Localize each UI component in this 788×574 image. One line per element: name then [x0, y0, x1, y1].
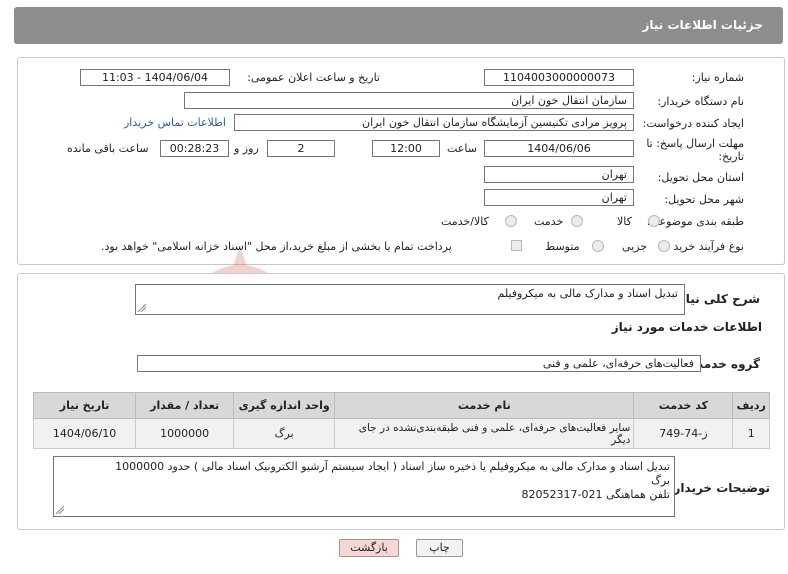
col-date: تاریخ نیاز [32, 392, 137, 419]
announce-date-field: 1404/06/04 - 11:03 [80, 69, 230, 86]
days-label: روز و [234, 142, 259, 155]
process-label: نوع فرآیند خرید : [666, 240, 744, 253]
category-service-label: خدمت [534, 215, 564, 228]
category-goods-radio[interactable] [648, 215, 660, 227]
category-service-radio[interactable] [571, 215, 583, 227]
buyer-notes-textarea: تبدیل اسناد و مدارک مالی به میکروفیلم یا… [53, 456, 675, 517]
process-minor-label: جزیی [622, 240, 648, 253]
remaining-label: ساعت باقی مانده [67, 142, 149, 155]
buyer-notes-line3: تلفن هماهنگی 021-82052317 [521, 488, 671, 501]
buyer-org-label: نام دستگاه خریدار: [657, 95, 744, 108]
deadline-time-field: 12:00 [372, 140, 440, 157]
col-name: نام خدمت [334, 392, 635, 419]
cell-date: 1404/06/10 [32, 418, 137, 449]
category-goods-service-label: کالا/خدمت [441, 215, 489, 228]
back-button[interactable]: بازگشت [339, 539, 399, 557]
treasury-payment-note: پرداخت تمام یا بخشی از مبلغ خرید،از محل … [101, 240, 452, 253]
page-header: جزئیات اطلاعات نیاز [14, 7, 783, 44]
deadline-time-label: ساعت [447, 142, 477, 155]
col-code: کد خدمت [633, 392, 734, 419]
category-goods-service-radio[interactable] [505, 215, 517, 227]
category-label: طبقه بندی موضوعی: [646, 215, 744, 228]
process-minor-radio[interactable] [658, 240, 670, 252]
treasury-payment-checkbox[interactable] [511, 240, 522, 251]
process-medium-radio[interactable] [592, 240, 604, 252]
city-field: تهران [484, 189, 634, 206]
service-group-field: فعالیت‌های حرفه‌ای، علمی و فنی [137, 355, 701, 372]
city-label: شهر محل تحویل: [664, 193, 744, 206]
cell-code: ز-74-749 [633, 418, 734, 449]
cell-qty: 1000000 [135, 418, 235, 449]
process-medium-label: متوسط [545, 240, 580, 253]
province-field: تهران [484, 166, 634, 183]
need-number-label: شماره نیاز: [691, 71, 744, 84]
cell-row: 1 [732, 418, 770, 449]
remaining-time-field: 00:28:23 [160, 140, 229, 157]
summary-textarea: تبدیل اسناد و مدارک مالی به میکروفیلم [135, 284, 685, 315]
resize-grip-icon[interactable] [138, 304, 146, 312]
buyer-contact-link[interactable]: اطلاعات تماس خریدار [124, 116, 226, 129]
services-title: اطلاعات خدمات مورد نیاز [611, 320, 762, 334]
creator-field: پرویز مرادی تکنیسین آزمایشگاه سازمان انت… [234, 114, 634, 131]
buyer-org-field: سازمان انتقال خون ایران [184, 92, 634, 109]
table-header-row: ردیف کد خدمت نام خدمت واحد اندازه گیری ت… [32, 392, 770, 419]
deadline-label-line2: تاریخ: [718, 150, 744, 163]
deadline-label-line1: مهلت ارسال پاسخ: تا [646, 137, 744, 150]
deadline-date-field: 1404/06/06 [484, 140, 634, 157]
col-qty: تعداد / مقدار [135, 392, 235, 419]
col-unit: واحد اندازه گیری [233, 392, 336, 419]
table-row: 1 ز-74-749 سایر فعالیت‌های حرفه‌ای، علمی… [32, 418, 770, 449]
province-label: استان محل تحویل: [657, 171, 744, 184]
creator-label: ایجاد کننده درخواست: [642, 117, 744, 130]
need-info-panel [17, 57, 785, 265]
col-row: ردیف [732, 392, 770, 419]
page-title: جزئیات اطلاعات نیاز [642, 18, 763, 32]
remaining-days-field: 2 [267, 140, 335, 157]
buyer-notes-line2: برگ [651, 474, 670, 487]
announce-date-label: تاریخ و ساعت اعلان عمومی: [247, 71, 380, 84]
cell-name: سایر فعالیت‌های حرفه‌ای، علمی و فنی طبقه… [334, 418, 635, 449]
buyer-notes-line1: تبدیل اسناد و مدارک مالی به میکروفیلم یا… [115, 460, 670, 473]
print-button[interactable]: چاپ [416, 539, 463, 557]
cell-unit: برگ [233, 418, 336, 449]
buyer-notes-label: توضیحات خریدار: [668, 481, 770, 495]
summary-label: شرح کلی نیاز: [674, 292, 760, 306]
summary-text: تبدیل اسناد و مدارک مالی به میکروفیلم [497, 287, 679, 300]
category-goods-label: کالا [617, 215, 632, 228]
services-table: ردیف کد خدمت نام خدمت واحد اندازه گیری ت… [32, 392, 770, 449]
resize-grip-icon[interactable] [56, 506, 64, 514]
need-number-field: 1104003000000073 [484, 69, 634, 86]
